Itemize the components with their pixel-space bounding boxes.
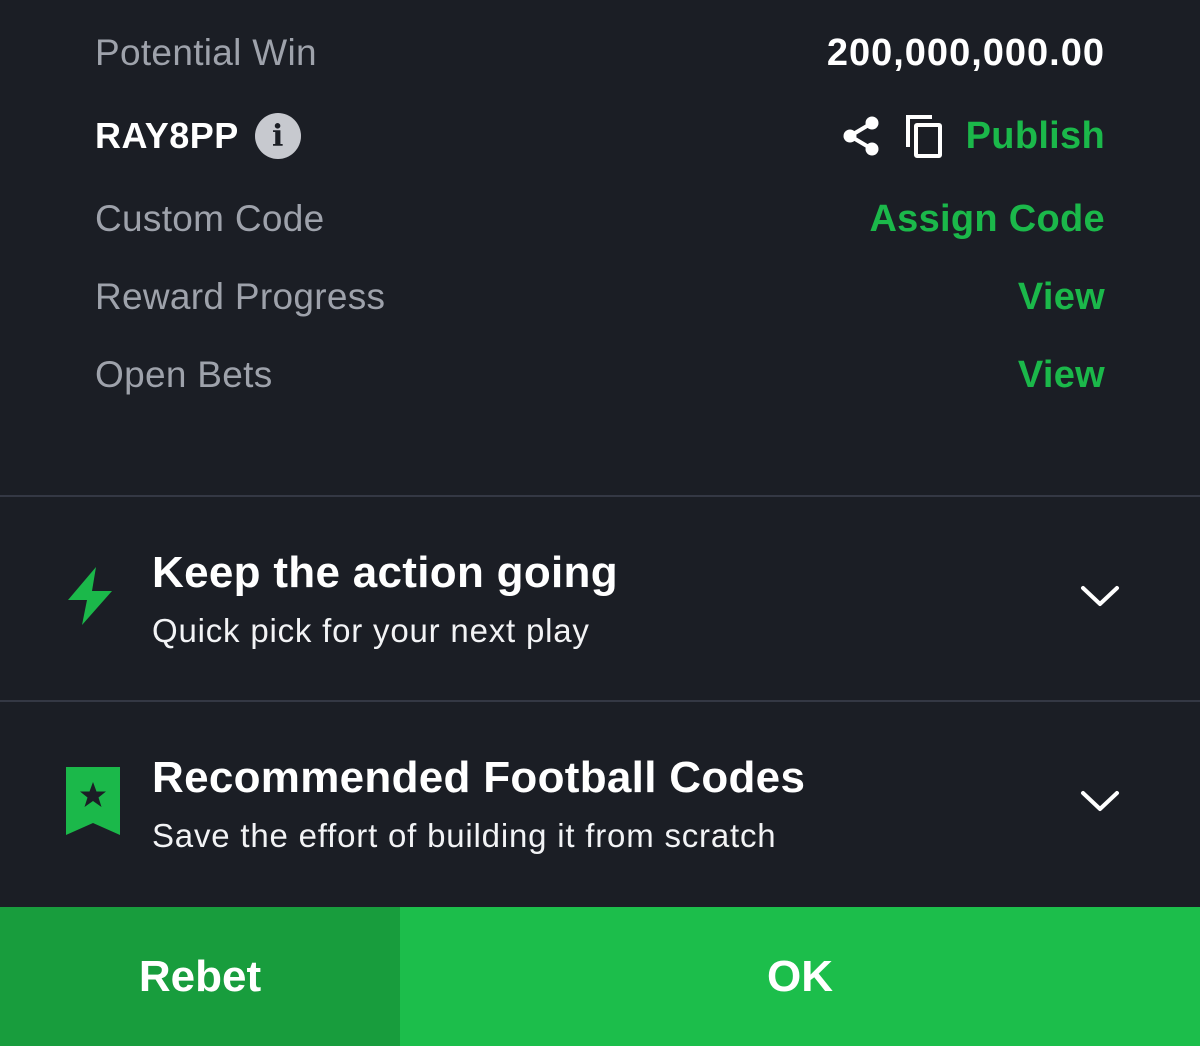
reward-progress-label: Reward Progress — [95, 276, 386, 317]
booking-code-group: RAY8PP i — [95, 113, 301, 159]
bottom-action-bar: Rebet OK — [0, 907, 1200, 1046]
potential-win-row: Potential Win 200,000,000.00 — [95, 22, 1105, 84]
assign-code-button[interactable]: Assign Code — [869, 198, 1105, 241]
bet-summary: Potential Win 200,000,000.00 RAY8PP i Pu… — [0, 0, 1200, 496]
publish-button[interactable]: Publish — [966, 115, 1105, 158]
keep-action-going-panel[interactable]: Keep the action going Quick pick for you… — [0, 497, 1200, 700]
booking-code-row: RAY8PP i Publish — [95, 104, 1105, 168]
panel-subtitle: Save the effort of building it from scra… — [152, 816, 777, 854]
bookmark-star-icon — [64, 765, 122, 842]
copy-icon[interactable] — [904, 113, 944, 159]
chevron-down-icon[interactable] — [1080, 788, 1120, 819]
rebet-button[interactable]: Rebet — [0, 907, 400, 1046]
booking-code-actions: Publish — [840, 113, 1105, 159]
recommended-football-codes-panel[interactable]: Recommended Football Codes Save the effo… — [0, 702, 1200, 905]
panel-title: Keep the action going — [152, 547, 618, 597]
info-icon[interactable]: i — [254, 113, 301, 159]
open-bets-view-link[interactable]: View — [1018, 354, 1105, 397]
share-icon[interactable] — [840, 114, 882, 158]
custom-code-label: Custom Code — [95, 198, 325, 239]
lightning-icon — [62, 565, 118, 632]
reward-progress-view-link[interactable]: View — [1018, 276, 1105, 319]
potential-win-value: 200,000,000.00 — [826, 31, 1105, 74]
open-bets-label: Open Bets — [95, 354, 273, 395]
chevron-down-icon[interactable] — [1080, 583, 1120, 614]
ok-button[interactable]: OK — [400, 907, 1200, 1046]
panel-text: Keep the action going Quick pick for you… — [152, 548, 618, 650]
potential-win-label: Potential Win — [95, 32, 317, 73]
panel-title: Recommended Football Codes — [152, 752, 806, 802]
panel-subtitle: Quick pick for your next play — [152, 611, 590, 649]
reward-progress-row: Reward Progress View — [95, 268, 1105, 326]
custom-code-row: Custom Code Assign Code — [95, 190, 1105, 248]
booking-code: RAY8PP — [95, 115, 239, 156]
open-bets-row: Open Bets View — [95, 346, 1105, 404]
panel-text: Recommended Football Codes Save the effo… — [152, 753, 805, 855]
